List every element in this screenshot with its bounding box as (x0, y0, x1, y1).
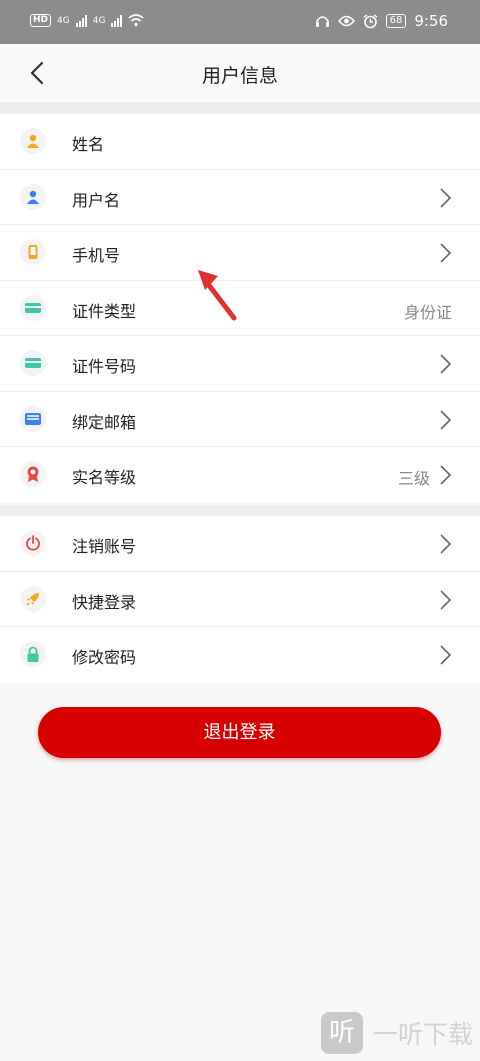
watermark-text: 一听下载 (373, 1020, 474, 1049)
row-label: 手机号 (72, 246, 121, 265)
wifi-icon (128, 14, 144, 27)
row-label: 用户名 (72, 190, 121, 210)
status-left: HD 4G 4G (30, 14, 144, 27)
row-label: 修改密码 (72, 648, 137, 667)
row-label: 绑定邮箱 (72, 412, 137, 432)
row-label: 姓名 (72, 135, 105, 154)
person-orange-icon (20, 128, 46, 154)
rocket-icon (20, 585, 46, 612)
signal-icon (75, 14, 87, 27)
status-bar: HD 4G 4G 68 9:56 (0, 0, 480, 44)
account-actions-list: 注销账号 快捷登录 修改密码 (0, 516, 480, 683)
row-verify-level[interactable]: 实名等级 三级 (0, 447, 480, 503)
network-type-2: 4G (92, 15, 106, 26)
row-label: 证件类型 (72, 301, 137, 321)
annotation-arrow-icon (198, 270, 237, 321)
battery-icon: 68 (385, 14, 407, 28)
row-label: 注销账号 (72, 537, 137, 556)
row-label: 证件号码 (72, 357, 137, 376)
page-title: 用户信息 (201, 65, 278, 87)
lock-icon (20, 641, 46, 667)
clock: 9:56 (414, 12, 448, 30)
alarm-icon (363, 13, 377, 28)
row-id-number[interactable]: 证件号码 (0, 336, 480, 392)
id-card-icon (20, 294, 46, 321)
row-name: 姓名 (0, 114, 480, 170)
award-icon (20, 461, 46, 487)
id-card-icon (20, 350, 46, 376)
hd-badge: HD (30, 14, 52, 27)
row-label: 快捷登录 (72, 592, 137, 612)
row-change-password[interactable]: 修改密码 (0, 627, 480, 683)
mail-icon (20, 405, 46, 432)
app-header: 用户信息 (0, 44, 480, 102)
chevron-right-icon (440, 354, 452, 374)
chevron-right-icon (440, 243, 452, 263)
row-label: 实名等级 (72, 468, 137, 487)
chevron-right-icon (440, 589, 452, 610)
chevron-right-icon (440, 534, 452, 554)
power-icon (20, 530, 46, 556)
row-value: 身份证 (403, 302, 452, 322)
status-right: 68 9:56 (315, 12, 448, 30)
signal-icon-2 (111, 14, 123, 27)
row-username[interactable]: 用户名 (0, 170, 480, 225)
chevron-right-icon (440, 187, 452, 208)
section-divider (0, 505, 480, 516)
phone-icon (20, 239, 46, 265)
eye-icon (337, 15, 355, 27)
row-email[interactable]: 绑定邮箱 (0, 392, 480, 447)
chevron-right-icon (440, 409, 452, 430)
watermark-logo: 听 (321, 1012, 363, 1054)
person-blue-icon (20, 183, 46, 210)
row-value: 三级 (397, 469, 430, 488)
section-divider (0, 102, 480, 114)
row-quick-login[interactable]: 快捷登录 (0, 572, 480, 627)
watermark: 听 一听下载 (321, 1012, 473, 1054)
row-cancel-account[interactable]: 注销账号 (0, 516, 480, 572)
network-type-1: 4G (57, 15, 70, 26)
chevron-right-icon (440, 465, 452, 485)
chevron-right-icon (440, 645, 452, 665)
headphones-icon (315, 16, 329, 27)
logout-button[interactable]: 退出登录 (38, 707, 441, 758)
